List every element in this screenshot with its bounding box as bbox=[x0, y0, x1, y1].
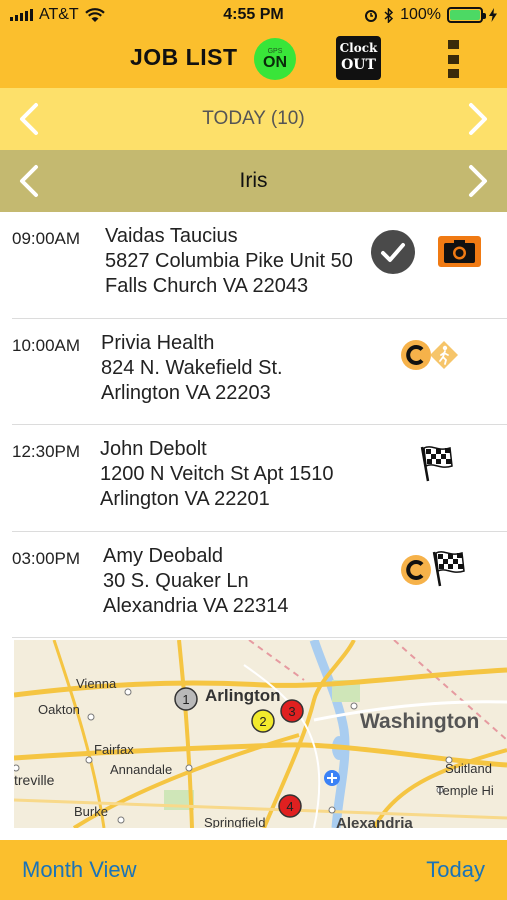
job-details: John Debolt 1200 N Veitch St Apt 1510 Ar… bbox=[100, 437, 334, 512]
map-marker-number: 3 bbox=[288, 704, 295, 719]
job-row[interactable]: 03:00PM Amy Deobald 30 S. Quaker Ln Alex… bbox=[12, 532, 507, 638]
map-label-oakton: Oakton bbox=[38, 702, 80, 717]
map-marker-2[interactable]: 2 bbox=[251, 709, 275, 733]
map-label-suitland: Suitland bbox=[445, 761, 492, 776]
battery-icon bbox=[447, 7, 486, 23]
job-name: Privia Health bbox=[101, 331, 215, 354]
job-address-line1: 30 S. Quaker Ln bbox=[103, 569, 249, 592]
clock-line2: OUT bbox=[341, 57, 376, 73]
bluetooth-icon bbox=[384, 7, 394, 23]
chevron-right-icon[interactable] bbox=[463, 164, 493, 198]
gps-state: ON bbox=[263, 53, 287, 71]
job-time: 09:00AM bbox=[12, 229, 81, 248]
map-marker-number: 4 bbox=[286, 799, 293, 814]
status-right: 100% bbox=[364, 6, 497, 24]
map-label-fairfax: Fairfax bbox=[94, 742, 134, 757]
job-list: 09:00AM Vaidas Taucius 5827 Columbia Pik… bbox=[0, 212, 507, 638]
kebab-menu-icon[interactable] bbox=[448, 40, 460, 78]
job-details: Amy Deobald 30 S. Quaker Ln Alexandria V… bbox=[103, 544, 288, 619]
map-label-arlington: Arlington bbox=[205, 686, 281, 705]
camera-icon[interactable] bbox=[438, 236, 481, 267]
job-time: 10:00AM bbox=[12, 335, 81, 355]
map-marker-number: 2 bbox=[259, 714, 266, 729]
job-time: 03:00PM bbox=[12, 548, 81, 568]
bottom-toolbar: Month View Today bbox=[0, 840, 507, 900]
checkered-flag-icon bbox=[432, 550, 465, 586]
map-label-alexandria: Alexandria bbox=[336, 815, 413, 828]
gps-toggle-button[interactable]: GPS ON bbox=[254, 38, 296, 80]
top-bar: AT&T 4:55 PM 100% JOB LIST GPS ON Clock … bbox=[0, 0, 507, 88]
job-address-line1: 5827 Columbia Pike Unit 50 bbox=[105, 250, 353, 272]
job-row[interactable]: 10:00AM Privia Health 824 N. Wakefield S… bbox=[12, 319, 507, 425]
map-label-temple-hills: Temple Hi bbox=[436, 783, 494, 798]
map-label-springfield: Springfield bbox=[204, 815, 265, 828]
battery-percent: 100% bbox=[400, 6, 441, 23]
job-row[interactable]: 12:30PM John Debolt 1200 N Veitch St Apt… bbox=[12, 425, 507, 532]
page-title: JOB LIST bbox=[130, 44, 238, 70]
walking-person-icon bbox=[430, 340, 458, 369]
clock-line1: Clock bbox=[339, 41, 378, 55]
worker-label: Iris bbox=[239, 169, 268, 192]
job-address-line2: Alexandria VA 22314 bbox=[103, 594, 289, 617]
map-label-burke: Burke bbox=[74, 804, 108, 819]
clock-out-button[interactable]: Clock OUT bbox=[336, 36, 381, 80]
route-map[interactable]: Vienna Oakton Arlington Washington Fairf… bbox=[14, 640, 507, 828]
job-details: Privia Health 824 N. Wakefield St. Arlin… bbox=[101, 331, 283, 406]
chevron-right-icon[interactable] bbox=[463, 102, 493, 136]
map-label-treville: treville bbox=[14, 772, 55, 788]
charging-icon bbox=[489, 8, 497, 22]
map-label-washington: Washington bbox=[360, 710, 479, 733]
job-row[interactable]: 09:00AM Vaidas Taucius 5827 Columbia Pik… bbox=[12, 212, 507, 319]
job-name: Amy Deobald bbox=[103, 544, 224, 567]
job-name: John Debolt bbox=[100, 438, 207, 460]
completed-check-icon[interactable] bbox=[371, 230, 415, 274]
today-button[interactable]: Today bbox=[426, 857, 485, 883]
map-label-vienna: Vienna bbox=[76, 676, 117, 691]
job-name: Vaidas Taucius bbox=[105, 225, 238, 247]
map-label-annandale: Annandale bbox=[110, 762, 172, 777]
job-address-line1: 824 N. Wakefield St. bbox=[101, 356, 283, 379]
date-navigator: TODAY (10) bbox=[0, 88, 507, 150]
status-bar: AT&T 4:55 PM 100% bbox=[0, 0, 507, 30]
checkered-flag-icon bbox=[420, 446, 453, 482]
job-details: Vaidas Taucius 5827 Columbia Pike Unit 5… bbox=[105, 224, 353, 299]
worker-navigator: Iris bbox=[0, 150, 507, 212]
job-address-line1: 1200 N Veitch St Apt 1510 bbox=[100, 463, 334, 485]
alarm-icon bbox=[365, 10, 378, 22]
job-address-line2: Falls Church VA 22043 bbox=[105, 275, 309, 297]
month-view-button[interactable]: Month View bbox=[22, 857, 137, 883]
map-marker-number: 1 bbox=[182, 692, 189, 707]
date-label: TODAY (10) bbox=[202, 108, 305, 129]
job-address-line2: Arlington VA 22201 bbox=[100, 488, 270, 510]
map-marker-4[interactable]: 4 bbox=[278, 794, 302, 818]
job-time: 12:30PM bbox=[12, 442, 81, 461]
map-marker-3[interactable]: 3 bbox=[280, 699, 304, 723]
job-address-line2: Arlington VA 22203 bbox=[101, 381, 271, 404]
map-marker-1[interactable]: 1 bbox=[174, 687, 198, 711]
